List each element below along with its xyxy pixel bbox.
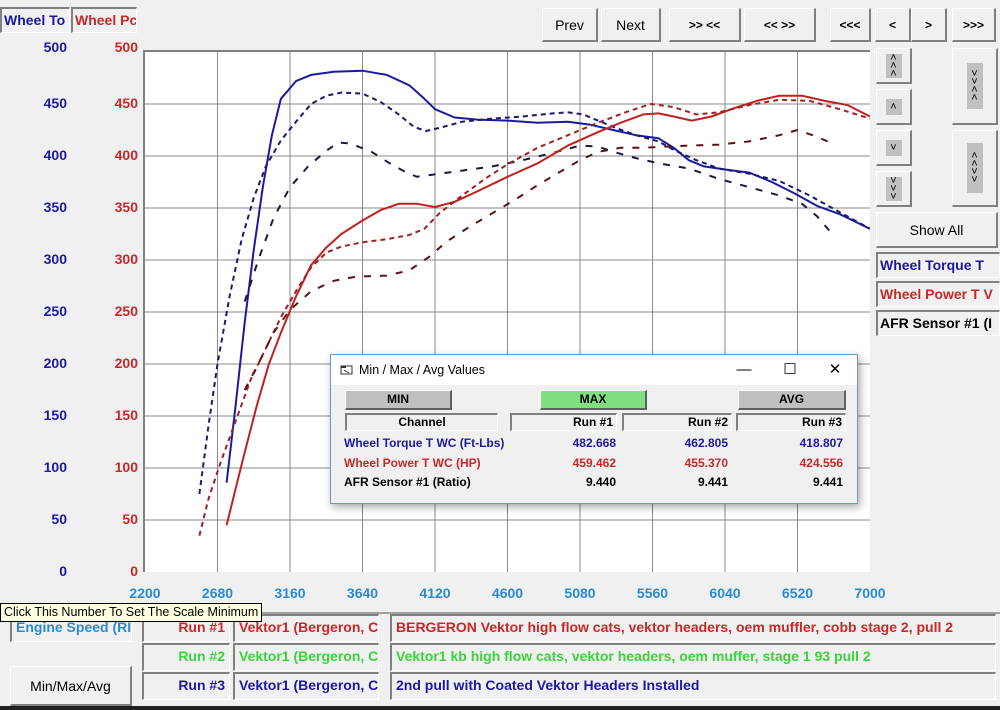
y-tick-power[interactable]: 150: [98, 407, 138, 423]
scale-minimum-tooltip: Click This Number To Set The Scale Minim…: [0, 603, 263, 622]
run-3-label: Run #3: [142, 672, 230, 700]
last-button[interactable]: >>>: [952, 8, 996, 42]
y-tick-power[interactable]: 100: [98, 459, 138, 475]
zoom-out-button[interactable]: << >>: [744, 8, 816, 42]
row-power-channel: Wheel Power T WC (HP): [344, 456, 481, 470]
header-run-3: Run #3: [736, 413, 846, 431]
header-run-1: Run #1: [510, 413, 617, 431]
chevrons-converge-icon: ˅ ˅ ˄ ˄: [966, 63, 983, 109]
power-channel-tab[interactable]: Wheel Pc: [71, 7, 137, 33]
expand-vertical-button[interactable]: ˄ ˄ ˅ ˅: [952, 130, 998, 207]
scroll-down-button[interactable]: ˅: [876, 130, 912, 166]
y-tick-power[interactable]: 350: [98, 199, 138, 215]
row-afr-channel: AFR Sensor #1 (Ratio): [344, 475, 471, 489]
scroll-up-button[interactable]: ˄: [876, 89, 912, 125]
row-torque-run-3: 418.807: [799, 436, 843, 450]
legend-afr[interactable]: AFR Sensor #1 (I: [876, 310, 1000, 336]
x-tick[interactable]: 4600: [478, 585, 538, 601]
scroll-down-fast-button[interactable]: ˅ ˅ ˅: [876, 171, 912, 207]
row-torque-run-2: 462.805: [684, 436, 728, 450]
row-torque-channel: Wheel Torque T WC (Ft-Lbs): [344, 436, 505, 450]
y-tick-power[interactable]: 400: [98, 147, 138, 163]
run-2-notes: Vektor1 kb high flow cats, vektor header…: [390, 643, 996, 671]
y-tick-torque[interactable]: 150: [27, 407, 67, 423]
y-tick-torque[interactable]: 50: [27, 511, 67, 527]
chevron-down-icon: ˅: [885, 139, 902, 156]
run-3-file[interactable]: Vektor1 (Bergeron, C: [233, 672, 379, 700]
torque-channel-tab[interactable]: Wheel To: [0, 7, 70, 33]
minimize-button[interactable]: —: [729, 359, 759, 381]
run-1-notes: BERGERON Vektor high flow cats, vektor h…: [390, 614, 996, 642]
close-button[interactable]: ✕: [820, 359, 850, 381]
triple-chevron-up-icon: ˄ ˄ ˄: [885, 52, 902, 79]
show-all-button[interactable]: Show All: [876, 212, 998, 248]
row-power-run-2: 455.370: [684, 456, 728, 470]
y-tick-torque[interactable]: 400: [27, 147, 67, 163]
x-tick[interactable]: 2680: [188, 585, 248, 601]
y-tick-power[interactable]: 450: [98, 95, 138, 111]
forward-button[interactable]: >: [911, 8, 947, 42]
legend-torque[interactable]: Wheel Torque T: [876, 252, 1000, 278]
y-tick-power[interactable]: 200: [98, 355, 138, 371]
max-button[interactable]: MAX: [540, 390, 647, 410]
chevron-up-icon: ˄: [885, 98, 902, 115]
header-run-2: Run #2: [622, 413, 732, 431]
row-torque-run-1: 482.668: [572, 436, 616, 450]
y-tick-torque[interactable]: 500: [27, 39, 67, 55]
row-afr-run-3: 9.441: [812, 475, 843, 489]
min-max-avg-dialog: Min / Max / Avg Values — ☐ ✕ MIN MAX AVG…: [330, 354, 858, 504]
y-tick-torque[interactable]: 250: [27, 303, 67, 319]
dialog-title: Min / Max / Avg Values: [359, 363, 485, 377]
x-tick[interactable]: 5080: [550, 585, 610, 601]
run-2-label: Run #2: [142, 643, 230, 671]
x-tick[interactable]: 5560: [623, 585, 683, 601]
legend-power[interactable]: Wheel Power T V: [876, 281, 1000, 307]
x-tick[interactable]: 7000: [840, 585, 900, 601]
chevrons-diverge-icon: ˄ ˄ ˅ ˅: [966, 143, 983, 193]
y-tick-torque[interactable]: 100: [27, 459, 67, 475]
triple-chevron-down-icon: ˅ ˅ ˅: [885, 175, 902, 202]
y-tick-power[interactable]: 300: [98, 251, 138, 267]
scroll-up-fast-button[interactable]: ˄ ˄ ˄: [876, 48, 912, 84]
row-power-run-1: 459.462: [572, 456, 616, 470]
back-button[interactable]: <: [875, 8, 911, 42]
min-max-avg-button[interactable]: Min/Max/Avg: [10, 666, 132, 706]
y-tick-torque[interactable]: 0: [27, 563, 67, 579]
series-line-wheel-torque-run-3: [243, 141, 833, 302]
window-icon: [340, 365, 353, 375]
x-tick[interactable]: 6040: [695, 585, 755, 601]
next-button[interactable]: Next: [601, 8, 661, 42]
compress-vertical-button[interactable]: ˅ ˅ ˄ ˄: [952, 48, 998, 125]
y-tick-torque[interactable]: 450: [27, 95, 67, 111]
dialog-titlebar[interactable]: Min / Max / Avg Values — ☐ ✕: [331, 355, 857, 385]
y-tick-power[interactable]: 500: [98, 39, 138, 55]
y-tick-torque[interactable]: 200: [27, 355, 67, 371]
min-button[interactable]: MIN: [345, 390, 452, 410]
row-afr-run-2: 9.441: [697, 475, 728, 489]
row-afr-run-1: 9.440: [585, 475, 616, 489]
y-tick-power[interactable]: 0: [98, 563, 138, 579]
x-tick[interactable]: 2200: [115, 585, 175, 601]
header-channel: Channel: [345, 413, 498, 431]
x-tick[interactable]: 3160: [260, 585, 320, 601]
bottom-border: [0, 706, 1000, 710]
x-tick[interactable]: 6520: [768, 585, 828, 601]
run-2-file[interactable]: Vektor1 (Bergeron, C: [233, 643, 379, 671]
y-tick-torque[interactable]: 350: [27, 199, 67, 215]
y-tick-power[interactable]: 50: [98, 511, 138, 527]
prev-button[interactable]: Prev: [542, 8, 598, 42]
avg-button[interactable]: AVG: [738, 390, 846, 410]
y-tick-torque[interactable]: 300: [27, 251, 67, 267]
x-tick[interactable]: 4120: [405, 585, 465, 601]
zoom-in-button[interactable]: >> <<: [669, 8, 741, 42]
run-3-notes: 2nd pull with Coated Vektor Headers Inst…: [390, 672, 996, 700]
maximize-button[interactable]: ☐: [775, 359, 805, 381]
first-button[interactable]: <<<: [830, 8, 871, 42]
x-tick[interactable]: 3640: [333, 585, 393, 601]
row-power-run-3: 424.556: [799, 456, 843, 470]
y-tick-power[interactable]: 250: [98, 303, 138, 319]
